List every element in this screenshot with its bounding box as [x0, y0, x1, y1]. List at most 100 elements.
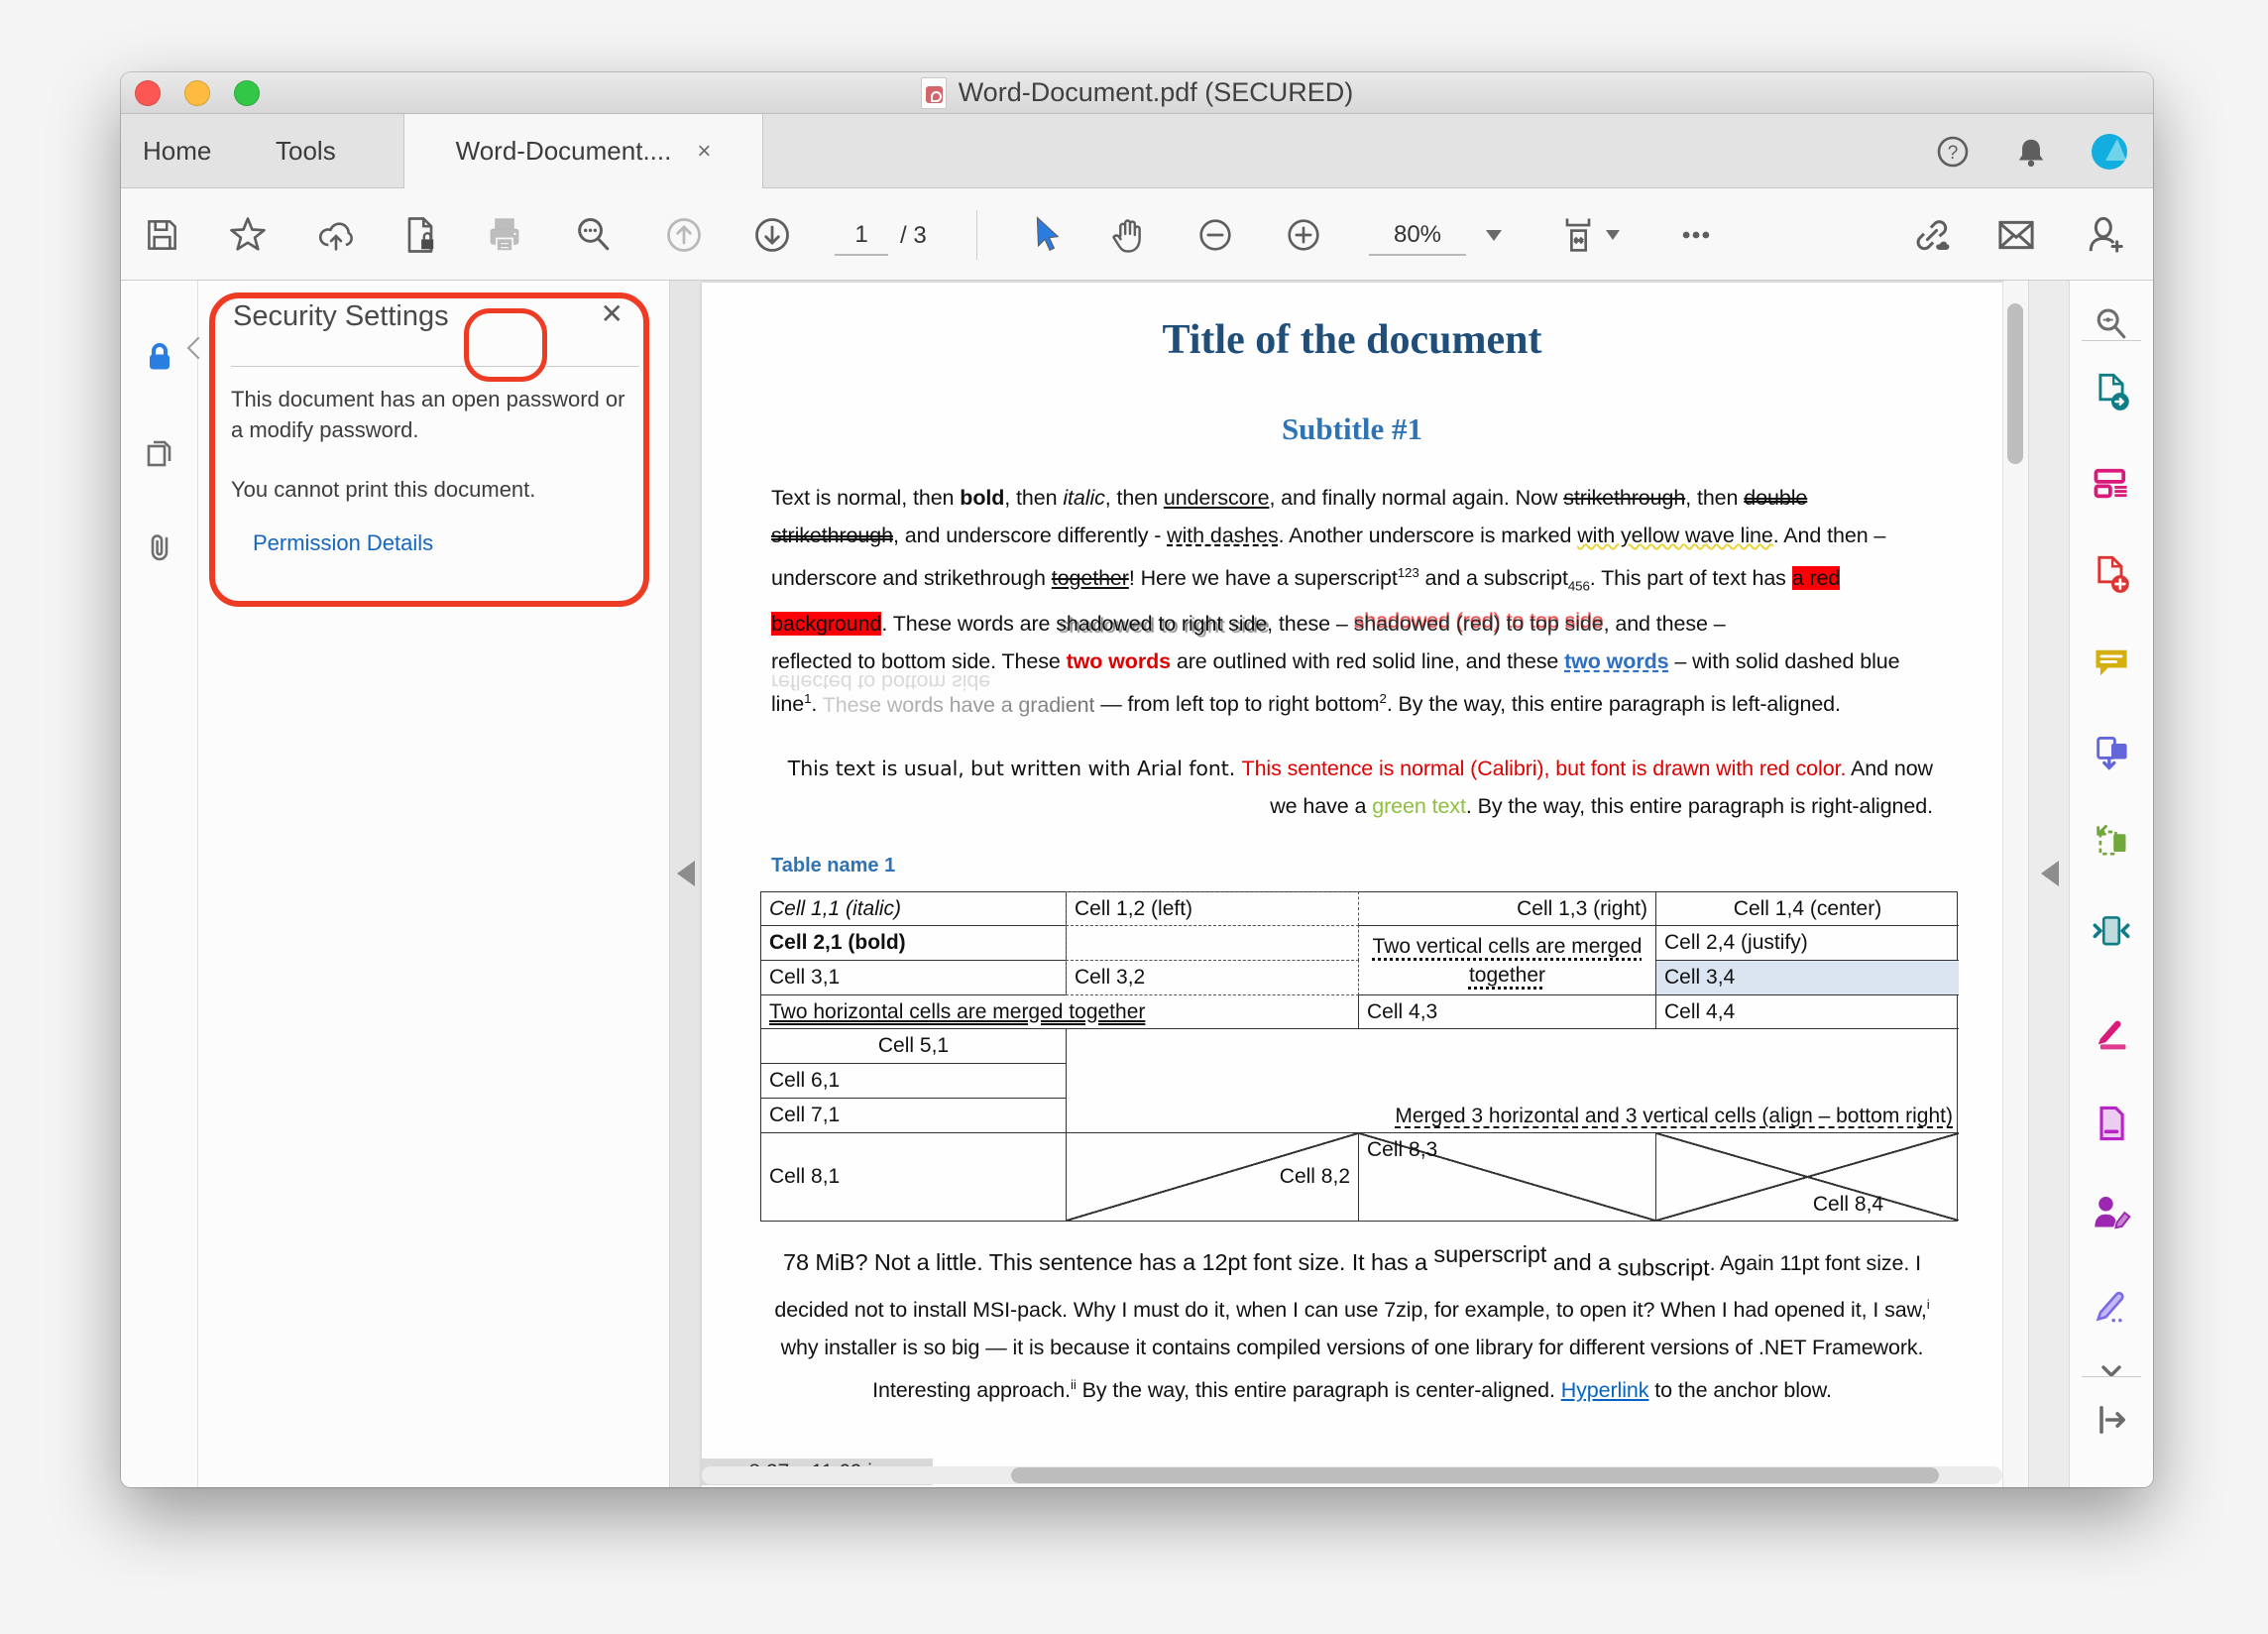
- share-link-icon[interactable]: [1897, 188, 1967, 281]
- text-run: together: [1052, 566, 1129, 590]
- page-total-label: / 3: [900, 216, 927, 256]
- document-table: Cell 1,1 (italic) Cell 1,2 (left) Cell 1…: [760, 891, 1958, 1222]
- more-sign-tools-icon[interactable]: [2090, 1282, 2133, 1326]
- vertical-scrollbar-thumb[interactable]: [2007, 303, 2023, 464]
- request-signatures-icon[interactable]: [2090, 1190, 2133, 1233]
- text-run: i: [1927, 1297, 1930, 1312]
- table-cell: Cell 1,1 (italic): [761, 892, 1067, 926]
- organize-pages-icon[interactable]: [2090, 820, 2133, 864]
- next-page-button[interactable]: [737, 188, 807, 281]
- text-run: strikethrough: [1563, 486, 1685, 510]
- text-run: . By the way, this entire paragraph is l…: [1387, 693, 1841, 717]
- text-run: These words have a gradient: [823, 693, 1095, 717]
- text-run: By the way, this entire paragraph is cen…: [1077, 1378, 1561, 1402]
- text-run: green text: [1372, 794, 1466, 818]
- print-button[interactable]: [470, 188, 539, 281]
- fit-width-button[interactable]: [1543, 188, 1613, 281]
- more-tools-ellipsis-button[interactable]: [1661, 188, 1731, 281]
- hand-tool-button[interactable]: [1093, 188, 1163, 281]
- text-run: . These words are: [881, 612, 1056, 636]
- account-avatar[interactable]: [2092, 134, 2127, 170]
- prepare-form-icon[interactable]: [2090, 1102, 2133, 1145]
- main-toolbar: 1 / 3 80%: [121, 188, 2153, 281]
- compress-pdf-icon[interactable]: [2090, 911, 2133, 955]
- save-button[interactable]: [127, 188, 196, 281]
- text-run: , then: [1105, 486, 1164, 510]
- attachments-paperclip-icon[interactable]: [138, 525, 181, 568]
- select-tool-button[interactable]: [1009, 188, 1078, 281]
- previous-page-button[interactable]: [649, 188, 719, 281]
- content-area: Security Settings ✕ This document has an…: [121, 281, 2153, 1487]
- star-favorite-button[interactable]: [213, 188, 283, 281]
- vertical-scrollbar[interactable]: [2002, 281, 2028, 1487]
- text-run: shadowed (red) to top side: [1354, 612, 1604, 636]
- help-icon[interactable]: ?: [1935, 134, 1971, 170]
- document-security-button[interactable]: [386, 188, 455, 281]
- text-run: . These: [990, 649, 1067, 673]
- expand-pane-icon[interactable]: [2090, 1398, 2133, 1442]
- zoom-dropdown-caret[interactable]: [1486, 230, 1502, 241]
- tab-home[interactable]: Home: [143, 114, 211, 188]
- tab-tools[interactable]: Tools: [276, 114, 336, 188]
- text-run: shadowed to right side: [1056, 612, 1267, 636]
- text-run: two words: [1564, 649, 1668, 673]
- edit-pdf-icon[interactable]: [2090, 461, 2133, 505]
- combine-files-icon[interactable]: [2090, 732, 2133, 775]
- notifications-bell-icon[interactable]: [2014, 134, 2048, 170]
- tab-close-icon[interactable]: ×: [697, 138, 711, 166]
- chevron-down-icon[interactable]: [2090, 1351, 2133, 1395]
- text-run: 123: [1398, 565, 1419, 580]
- tab-document[interactable]: Word-Document.... ×: [403, 114, 763, 188]
- text-run: , these –: [1267, 612, 1353, 636]
- text-run: , and these –: [1604, 612, 1726, 636]
- page-thumbnails-icon[interactable]: [138, 430, 181, 474]
- comment-icon[interactable]: [2090, 641, 2133, 684]
- panel-close-icon[interactable]: ✕: [601, 300, 624, 328]
- zoom-window-button[interactable]: [234, 80, 260, 106]
- text-run: two words: [1067, 649, 1171, 673]
- document-viewport: Title of the document Subtitle #1 Text i…: [670, 281, 2028, 1487]
- paragraph: Text is normal, then bold, then italic, …: [771, 479, 1933, 724]
- toolbar-separator: [976, 210, 977, 260]
- text-run: 2: [1380, 691, 1387, 706]
- minimize-window-button[interactable]: [184, 80, 210, 106]
- table-cell: Cell 5,1: [761, 1029, 1067, 1064]
- zoom-level-input[interactable]: 80%: [1369, 216, 1466, 256]
- table-cell: Cell 2,1 (bold): [761, 926, 1067, 961]
- table-cell-merged-horizontal: Two horizontal cells are merged together: [761, 995, 1359, 1029]
- permission-details-link[interactable]: Permission Details: [253, 530, 433, 556]
- add-user-icon[interactable]: [2070, 188, 2139, 281]
- hyperlink[interactable]: Hyperlink: [1561, 1378, 1649, 1402]
- create-pdf-icon[interactable]: [2090, 552, 2133, 596]
- export-pdf-icon[interactable]: [2090, 370, 2133, 413]
- close-window-button[interactable]: [135, 80, 161, 106]
- panel-message-print: You cannot print this document.: [231, 477, 635, 503]
- fit-dropdown-caret[interactable]: [1606, 230, 1620, 240]
- text-run: to the anchor blow.: [1648, 1378, 1831, 1402]
- zoom-in-button[interactable]: [1269, 188, 1338, 281]
- table-cell: Cell 7,1: [761, 1099, 1067, 1133]
- window-title-group: Word-Document.pdf (SECURED): [921, 77, 1354, 109]
- table-cell: Cell 4,4: [1656, 995, 1959, 1029]
- tools-rail: [2070, 281, 2153, 1487]
- text-run: with dashes: [1167, 524, 1278, 547]
- table-cell: Cell 8,1: [761, 1133, 1067, 1221]
- email-icon[interactable]: [1982, 188, 2051, 281]
- text-run: underscore: [1164, 486, 1270, 510]
- zoom-out-button[interactable]: [1181, 188, 1250, 281]
- security-settings-tab-lock-icon[interactable]: [138, 335, 181, 379]
- collapse-right-pane-arrow[interactable]: [2041, 861, 2059, 886]
- table-cell: Cell 1,2 (left): [1066, 891, 1359, 926]
- horizontal-scrollbar[interactable]: [702, 1466, 2002, 1484]
- search-button[interactable]: [559, 188, 628, 281]
- text-run: , then: [1004, 486, 1063, 510]
- share-cloud-upload-button[interactable]: [301, 188, 371, 281]
- fill-sign-icon[interactable]: [2090, 1009, 2133, 1053]
- text-run: bold: [960, 486, 1004, 510]
- panel-divider: [231, 366, 639, 367]
- paragraph: 78 MiB? Not a little. This sentence has …: [771, 1235, 1933, 1410]
- document-title: Title of the document: [771, 316, 1933, 364]
- horizontal-scrollbar-thumb[interactable]: [1011, 1467, 1939, 1483]
- collapse-left-pane-arrow[interactable]: [677, 861, 695, 886]
- page-number-input[interactable]: 1: [835, 216, 888, 256]
